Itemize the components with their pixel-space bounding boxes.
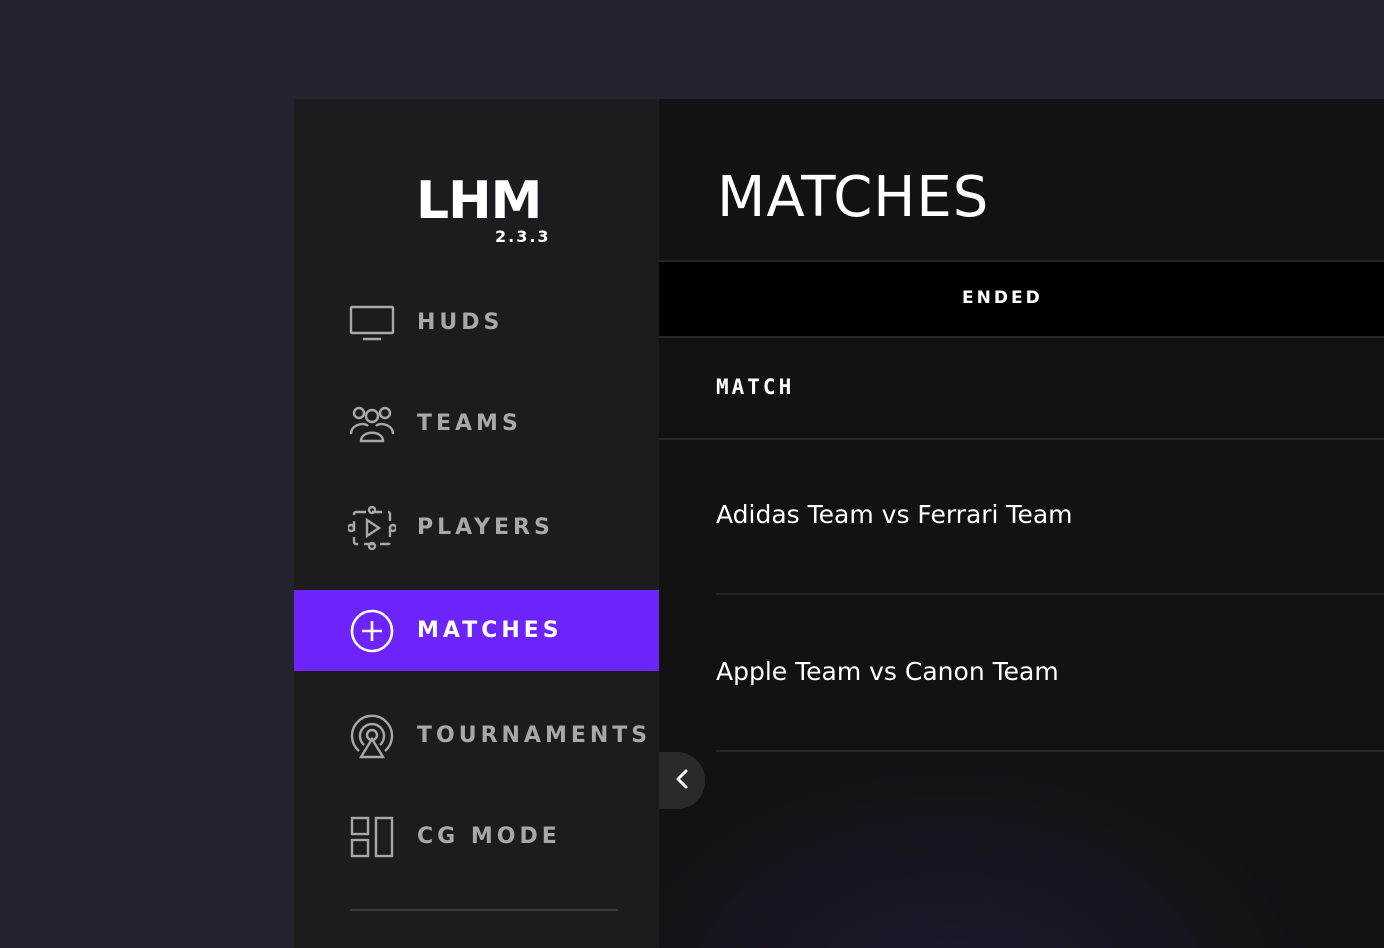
tab-ended[interactable]: ENDED [962, 288, 1043, 308]
sidebar-item-players[interactable]: PLAYERS [294, 487, 659, 568]
users-icon [348, 402, 396, 446]
table-row[interactable]: Apple Team vs Canon Team [716, 595, 1384, 752]
sidebar-item-tournaments[interactable]: TOURNAMENTS [294, 695, 659, 776]
sidebar-item-cg-mode[interactable]: CG MODE [294, 796, 659, 877]
plus-circle-icon [348, 609, 396, 653]
match-name: Apple Team vs Canon Team [716, 657, 1059, 686]
page-title: MATCHES [717, 165, 990, 230]
sidebar-item-label: TOURNAMENTS [417, 723, 652, 748]
sidebar-item-matches[interactable]: MATCHES [294, 590, 659, 671]
match-name: Adidas Team vs Ferrari Team [716, 500, 1073, 529]
chevron-left-icon [674, 768, 690, 794]
tab-bar: ENDED [659, 262, 1384, 336]
divider [659, 336, 1384, 338]
sidebar-divider [350, 909, 618, 911]
app-logo: LHM 2.3.3 [416, 171, 551, 251]
sidebar-item-label: HUDS [417, 310, 504, 335]
monitor-icon [348, 301, 396, 345]
sidebar: LHM 2.3.3 HUDS TEAMS PLAYERS MATCHES TOU… [294, 99, 659, 948]
logo-text: LHM [416, 171, 542, 231]
sidebar-item-label: TEAMS [417, 411, 522, 436]
app-version: 2.3.3 [495, 227, 551, 246]
layout-icon [348, 815, 396, 859]
app-window: LHM 2.3.3 HUDS TEAMS PLAYERS MATCHES TOU… [294, 99, 1384, 948]
sidebar-item-label: CG MODE [417, 824, 561, 849]
sidebar-item-huds[interactable]: HUDS [294, 282, 659, 363]
column-header-match: MATCH [716, 375, 795, 399]
sidebar-item-teams[interactable]: TEAMS [294, 383, 659, 464]
main-content: MATCHES ENDED MATCH Adidas Team vs Ferra… [659, 99, 1384, 948]
table-row[interactable]: Adidas Team vs Ferrari Team [716, 438, 1384, 595]
players-icon [348, 505, 396, 550]
broadcast-icon [348, 714, 396, 758]
sidebar-item-label: MATCHES [417, 618, 563, 643]
sidebar-item-label: PLAYERS [417, 515, 554, 540]
